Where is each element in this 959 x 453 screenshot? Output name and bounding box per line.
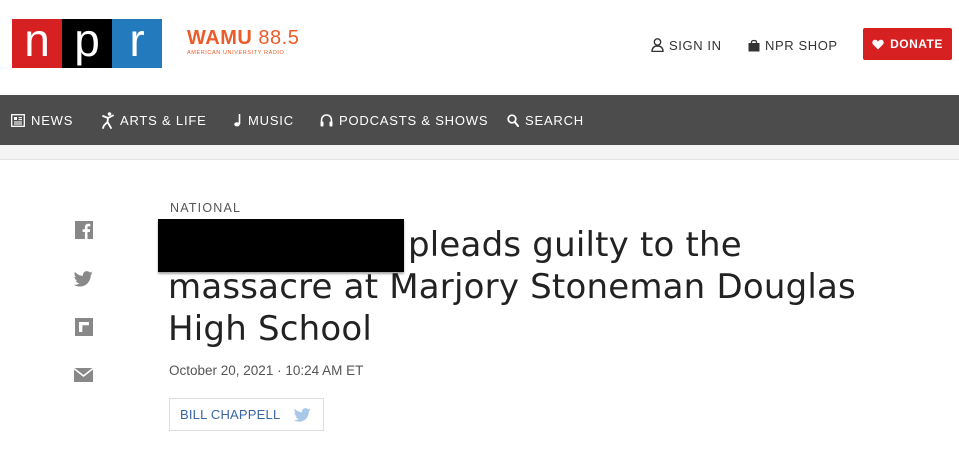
station-call-sign: WAMU bbox=[187, 27, 253, 49]
nav-item-arts-life[interactable]: ARTS & LIFE bbox=[102, 95, 207, 145]
email-icon bbox=[74, 368, 93, 382]
npr-shop-link[interactable]: NPR SHOP bbox=[748, 36, 838, 54]
headline-line-2: massacre at Marjory Stoneman Douglas bbox=[168, 267, 856, 307]
nav-item-search[interactable]: SEARCH bbox=[507, 95, 584, 145]
newspaper-icon bbox=[11, 113, 25, 127]
nav-item-podcasts-shows[interactable]: PODCASTS & SHOWS bbox=[320, 95, 488, 145]
search-icon bbox=[507, 113, 519, 127]
logo-letter-n: n bbox=[12, 17, 62, 68]
section-slug[interactable]: NATIONAL bbox=[170, 201, 241, 215]
headphones-icon bbox=[320, 113, 333, 126]
facebook-icon bbox=[74, 221, 93, 239]
site-header: n p r WAMU 88.5 AMERICAN UNIVERSITY RADI… bbox=[0, 0, 959, 95]
flipboard-icon bbox=[74, 318, 93, 336]
twitter-icon bbox=[74, 271, 93, 287]
dancer-icon bbox=[102, 111, 114, 129]
npr-shop-label: NPR SHOP bbox=[765, 37, 838, 53]
twitter-icon bbox=[294, 407, 312, 422]
npr-logo[interactable]: n p r bbox=[12, 17, 162, 68]
nav-search-label: SEARCH bbox=[525, 112, 584, 128]
station-subtitle: AMERICAN UNIVERSITY RADIO bbox=[187, 50, 285, 56]
author-byline[interactable]: BILL CHAPPELL bbox=[169, 398, 324, 431]
music-note-icon bbox=[234, 114, 241, 127]
nav-item-news[interactable]: NEWS bbox=[11, 95, 73, 145]
logo-letter-p: p bbox=[62, 17, 112, 68]
author-name: BILL CHAPPELL bbox=[180, 407, 281, 422]
share-twitter-button[interactable] bbox=[74, 270, 93, 288]
donate-button[interactable]: DONATE bbox=[863, 28, 952, 60]
article-dateline: October 20, 2021 · 10:24 AM ET bbox=[169, 363, 364, 378]
redaction-box bbox=[158, 219, 404, 272]
sign-in-label: SIGN IN bbox=[669, 37, 722, 53]
station-name: WAMU 88.5 bbox=[187, 27, 299, 49]
logo-letter-r: r bbox=[112, 17, 162, 68]
donate-label: DONATE bbox=[890, 37, 943, 51]
nav-arts-life-label: ARTS & LIFE bbox=[120, 112, 207, 128]
nav-music-label: MUSIC bbox=[248, 112, 294, 128]
station-logo[interactable]: WAMU 88.5 AMERICAN UNIVERSITY RADIO bbox=[187, 27, 299, 56]
nav-news-label: NEWS bbox=[31, 112, 74, 128]
share-flipboard-button[interactable] bbox=[74, 318, 93, 336]
main-nav: NEWS ARTS & LIFE MUSIC PODCASTS & SHOWS … bbox=[0, 95, 959, 145]
nav-sub-strip bbox=[0, 145, 959, 160]
station-frequency: 88.5 bbox=[258, 27, 300, 49]
share-facebook-button[interactable] bbox=[74, 221, 93, 239]
headline-line-3: High School bbox=[168, 309, 373, 349]
share-email-button[interactable] bbox=[74, 366, 93, 384]
heart-icon bbox=[872, 39, 884, 49]
nav-item-music[interactable]: MUSIC bbox=[232, 95, 294, 145]
sign-in-link[interactable]: SIGN IN bbox=[651, 36, 722, 54]
nav-podcasts-shows-label: PODCASTS & SHOWS bbox=[339, 112, 489, 128]
user-icon bbox=[651, 38, 664, 52]
shopping-bag-icon bbox=[748, 39, 760, 51]
